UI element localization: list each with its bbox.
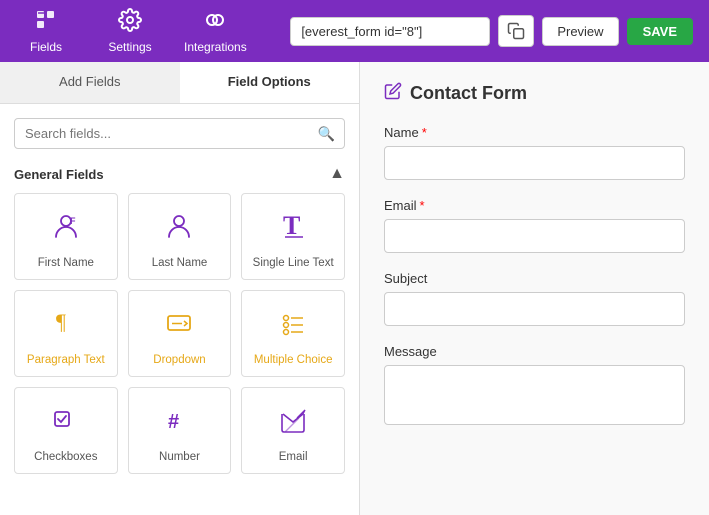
form-field-message-label: Message — [384, 344, 685, 359]
copy-icon — [507, 22, 525, 40]
search-wrapper: 🔍 — [14, 118, 345, 149]
email-field-label: Email — [279, 451, 308, 463]
form-field-subject: Subject — [384, 271, 685, 326]
section-label: General Fields — [14, 167, 104, 182]
field-card-email[interactable]: Email — [241, 387, 345, 474]
field-card-paragraph-text[interactable]: ¶ Paragraph Text — [14, 290, 118, 377]
field-card-last-name[interactable]: Last Name — [128, 193, 232, 280]
svg-text:¶: ¶ — [56, 309, 66, 334]
nav-settings[interactable]: Settings — [100, 8, 160, 54]
field-card-checkboxes[interactable]: Checkboxes — [14, 387, 118, 474]
single-line-text-label: Single Line Text — [253, 257, 334, 269]
single-line-text-icon: T — [277, 210, 309, 249]
dropdown-label: Dropdown — [153, 354, 205, 366]
email-required-star: * — [420, 198, 425, 213]
form-title-row: Contact Form — [384, 82, 685, 105]
integrations-icon — [203, 8, 227, 36]
field-card-dropdown[interactable]: Dropdown — [128, 290, 232, 377]
email-field-icon — [277, 404, 309, 443]
nav-fields-label: Fields — [30, 40, 62, 54]
search-bar: 🔍 — [0, 104, 359, 159]
field-card-single-line-text[interactable]: T Single Line Text — [241, 193, 345, 280]
svg-text:F: F — [70, 216, 76, 226]
nav-fields[interactable]: Fields — [16, 8, 76, 54]
form-field-email: Email * — [384, 198, 685, 253]
first-name-label: First Name — [38, 257, 94, 269]
nav-integrations[interactable]: Integrations — [184, 8, 247, 54]
subject-input[interactable] — [384, 292, 685, 326]
number-icon: # — [163, 404, 195, 443]
name-required-star: * — [422, 125, 427, 140]
left-panel: Add Fields Field Options 🔍 General Field… — [0, 62, 360, 515]
first-name-icon: F — [50, 210, 82, 249]
edit-icon — [384, 82, 402, 105]
preview-button[interactable]: Preview — [542, 17, 618, 46]
search-icon: 🔍 — [318, 125, 335, 142]
multiple-choice-label: Multiple Choice — [254, 354, 333, 366]
tabs-bar: Add Fields Field Options — [0, 62, 359, 104]
settings-icon — [118, 8, 142, 36]
main-content: Add Fields Field Options 🔍 General Field… — [0, 62, 709, 515]
form-field-message: Message — [384, 344, 685, 425]
nav-settings-label: Settings — [108, 40, 151, 54]
right-panel: Contact Form Name * Email * Subject — [360, 62, 709, 515]
svg-text:#: # — [168, 411, 179, 433]
dropdown-icon — [163, 307, 195, 346]
name-input[interactable] — [384, 146, 685, 180]
last-name-icon — [163, 210, 195, 249]
paragraph-text-label: Paragraph Text — [27, 354, 105, 366]
header: Fields Settings Integrations Preview — [0, 0, 709, 62]
last-name-label: Last Name — [152, 257, 208, 269]
tab-add-fields[interactable]: Add Fields — [0, 62, 180, 103]
paragraph-text-icon: ¶ — [50, 307, 82, 346]
search-input[interactable] — [14, 118, 345, 149]
section-toggle-icon[interactable]: ▲ — [329, 165, 345, 183]
multiple-choice-icon — [277, 307, 309, 346]
shortcode-input[interactable] — [290, 17, 490, 46]
form-field-name: Name * — [384, 125, 685, 180]
copy-shortcode-button[interactable] — [498, 15, 534, 47]
shortcode-bar: Preview SAVE — [290, 15, 693, 47]
field-card-number[interactable]: # Number — [128, 387, 232, 474]
general-fields-header: General Fields ▲ — [0, 159, 359, 193]
svg-text:T: T — [283, 211, 300, 240]
form-field-subject-label: Subject — [384, 271, 685, 286]
form-field-email-label: Email * — [384, 198, 685, 213]
number-label: Number — [159, 451, 200, 463]
form-title: Contact Form — [410, 83, 527, 104]
save-button[interactable]: SAVE — [627, 18, 693, 45]
fields-grid: F First Name Last Name — [0, 193, 359, 488]
checkboxes-icon — [50, 404, 82, 443]
tab-field-options[interactable]: Field Options — [180, 62, 360, 103]
field-card-multiple-choice[interactable]: Multiple Choice — [241, 290, 345, 377]
fields-icon — [34, 8, 58, 36]
field-card-first-name[interactable]: F First Name — [14, 193, 118, 280]
form-field-name-label: Name * — [384, 125, 685, 140]
email-input[interactable] — [384, 219, 685, 253]
nav-integrations-label: Integrations — [184, 40, 247, 54]
checkboxes-label: Checkboxes — [34, 451, 97, 463]
message-textarea[interactable] — [384, 365, 685, 425]
